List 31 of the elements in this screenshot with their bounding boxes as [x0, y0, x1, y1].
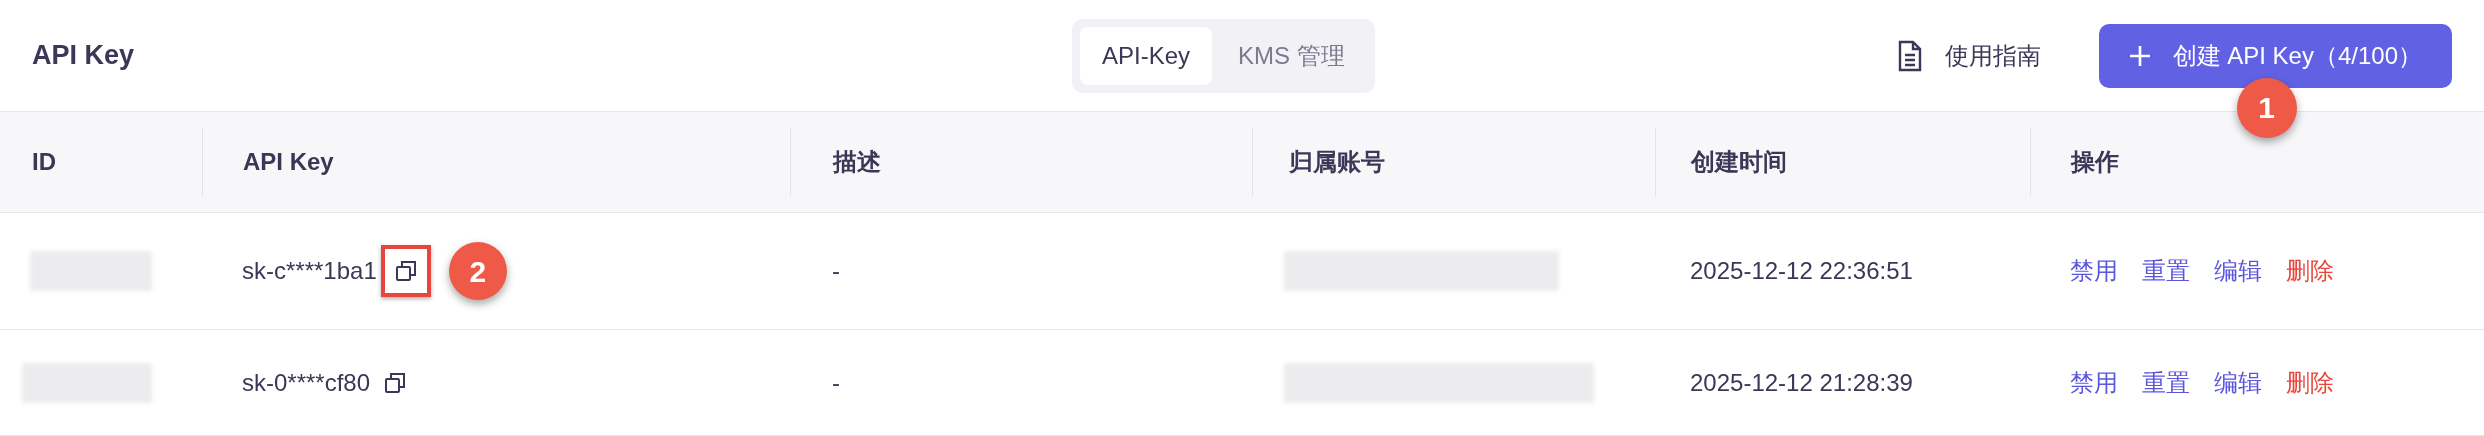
- action-link[interactable]: 删除: [2286, 364, 2334, 401]
- column-header: ID: [32, 147, 56, 177]
- api-key-value: sk-0****cf80: [242, 367, 371, 398]
- copy-button[interactable]: [380, 245, 431, 297]
- description-cell-text: -: [832, 256, 840, 286]
- action-link[interactable]: 禁用: [2070, 364, 2118, 401]
- created-time: 2025-12-12 22:36:51: [1690, 256, 1913, 286]
- action-link[interactable]: 重置: [2142, 253, 2190, 289]
- tab[interactable]: KMS 管理: [1216, 26, 1367, 85]
- copy-icon: [394, 260, 417, 282]
- action-link[interactable]: 重置: [2142, 364, 2190, 401]
- column-header: 归属账号: [1289, 147, 1385, 177]
- api-key-value: sk-c****1ba1: [242, 256, 377, 286]
- tab[interactable]: API-Key: [1080, 26, 1213, 85]
- column-header: 创建时间: [1691, 147, 1787, 177]
- plus-icon: [2128, 44, 2151, 67]
- action-link[interactable]: 删除: [2286, 253, 2334, 289]
- column-header: API Key: [243, 147, 334, 177]
- description-cell-text: -: [832, 367, 840, 398]
- action-link[interactable]: 禁用: [2070, 253, 2118, 289]
- copy-icon: [384, 371, 407, 394]
- create-button[interactable]: 创建 API Key（4/100）: [2098, 23, 2452, 88]
- guide-link[interactable]: 使用指南: [1896, 37, 2041, 74]
- column-header: 操作: [2071, 147, 2119, 177]
- action-link[interactable]: 编辑: [2214, 364, 2262, 401]
- created-time: 2025-12-12 21:28:39: [1690, 367, 1913, 398]
- step-badge: 2: [448, 242, 507, 300]
- action-link[interactable]: 编辑: [2214, 253, 2262, 289]
- page-title: API Key: [32, 39, 136, 73]
- column-header: 描述: [833, 147, 881, 177]
- document-icon: [1896, 39, 1923, 72]
